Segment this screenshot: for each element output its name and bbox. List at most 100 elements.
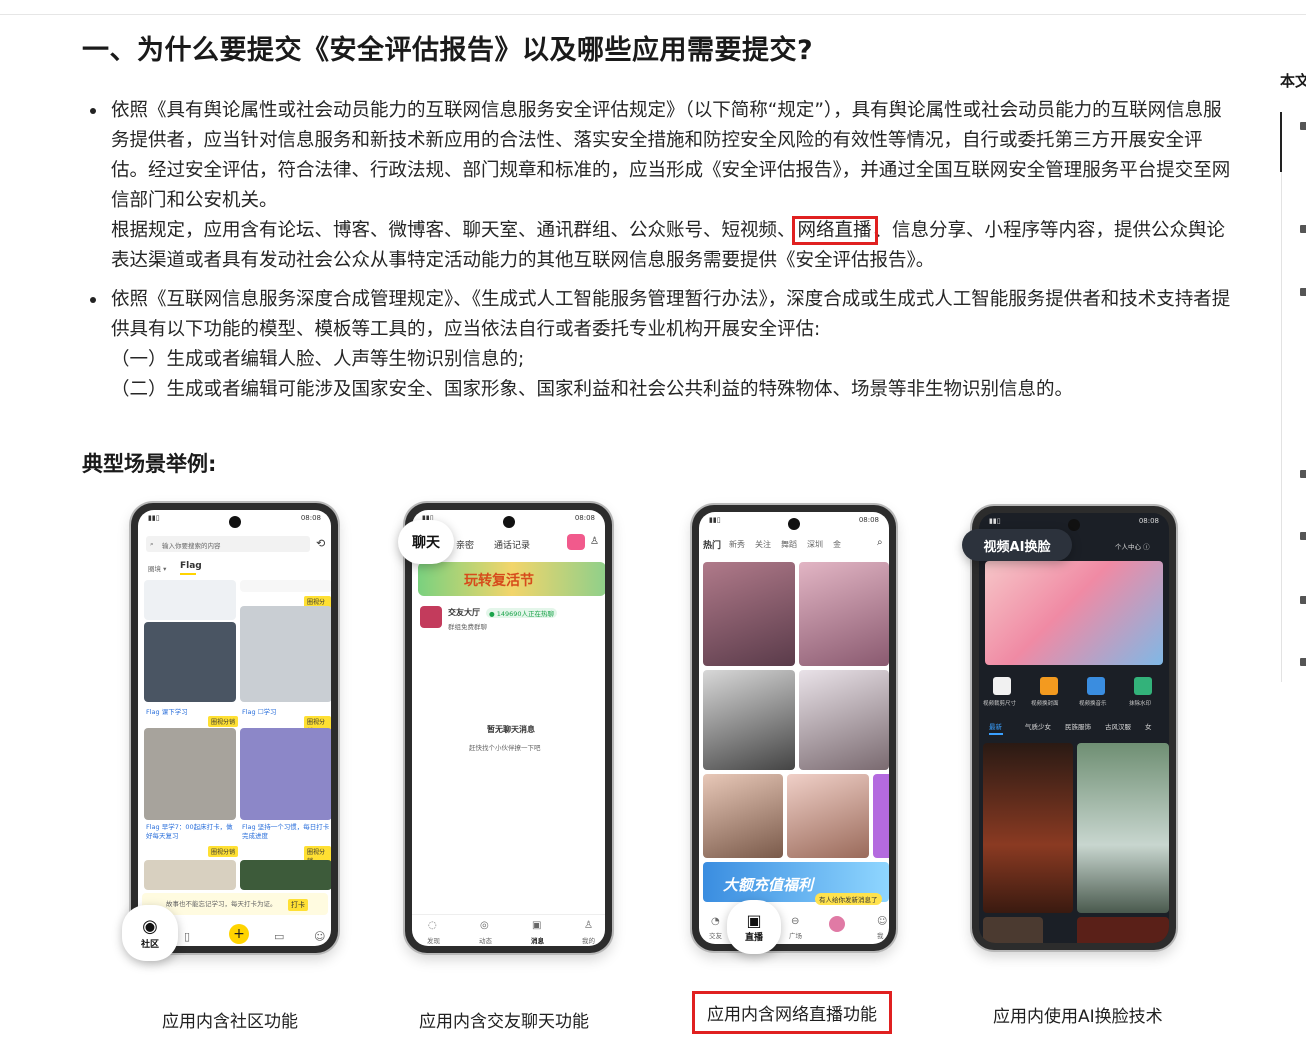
tab-follow[interactable]: 关注 xyxy=(755,539,771,550)
tab-style[interactable]: 气质少女 xyxy=(1025,721,1051,731)
nav-message-icon[interactable]: ▭ xyxy=(274,930,284,943)
caption-live: 应用内含网络直播功能 xyxy=(692,991,892,1034)
watermark-icon[interactable] xyxy=(1134,677,1152,695)
nav-message-label[interactable]: 消息 xyxy=(531,935,544,945)
live-nav-bubble[interactable]: ▣ 直播 xyxy=(727,900,781,954)
nav-doc-icon[interactable]: ▯ xyxy=(184,930,190,943)
add-friend-icon[interactable]: ♙ xyxy=(590,536,599,547)
lobby-title[interactable]: 交友大厅 xyxy=(448,607,480,618)
nav-friends-label[interactable]: 交友 xyxy=(709,930,722,940)
toc-entry[interactable] xyxy=(1300,532,1306,540)
template-tile[interactable] xyxy=(983,917,1043,943)
tab-dance[interactable]: 舞蹈 xyxy=(781,539,797,550)
live-room-tile[interactable] xyxy=(703,562,795,666)
toc-title: 本文 xyxy=(1280,72,1306,90)
nav-profile-icon[interactable]: ☺ xyxy=(314,930,325,943)
tab-city[interactable]: 深圳 xyxy=(807,539,823,550)
tool-label[interactable]: 视频换封面 xyxy=(1031,699,1059,707)
nav-profile-icon[interactable]: ☺ xyxy=(877,916,887,927)
toc-entry[interactable] xyxy=(1300,658,1306,666)
nav-discover-icon[interactable]: ◌ xyxy=(428,920,437,931)
nav-profile-icon[interactable]: ♙ xyxy=(584,920,593,931)
post-image[interactable] xyxy=(144,580,236,620)
search-icon[interactable]: ⌕ xyxy=(877,537,883,548)
toc-entry[interactable] xyxy=(1300,288,1306,296)
live-tv-icon: ▣ xyxy=(746,911,762,930)
toc-entry[interactable] xyxy=(1300,596,1306,604)
music-icon[interactable] xyxy=(1087,677,1105,695)
crop-icon[interactable] xyxy=(993,677,1011,695)
post-title[interactable]: Flag 早学7：00起床打卡，做好每天复习 xyxy=(146,823,236,841)
post-image[interactable] xyxy=(144,728,236,820)
history-icon[interactable]: ⟲ xyxy=(316,537,325,550)
status-bar: ▮▮▯ 08:08 xyxy=(989,517,1159,527)
post-image[interactable] xyxy=(240,860,331,890)
tab-style[interactable]: 民族服饰 xyxy=(1065,721,1091,731)
nav-friends-icon[interactable]: ◔ xyxy=(711,916,720,927)
nav-profile-label[interactable]: 我的 xyxy=(582,935,595,945)
user-center-link[interactable]: 个人中心 ⓘ xyxy=(1115,541,1150,551)
tool-label[interactable]: 视频裁剪尺寸 xyxy=(983,699,1016,707)
lobby-badge: ● 149690人正在热聊 xyxy=(486,608,558,618)
nav-square-icon[interactable]: ⊖ xyxy=(791,916,799,927)
new-message-toast[interactable]: 有人给你发新消息了 xyxy=(815,893,882,905)
tab-style[interactable]: 古风汉服 xyxy=(1105,721,1131,731)
promo-badge[interactable] xyxy=(567,534,585,550)
post-title[interactable]: Flag 坚持一个习惯，每日打卡完成进度 xyxy=(242,823,331,841)
highlighted-term: 网络直播 xyxy=(791,216,878,245)
post-title[interactable]: Flag ☐学习 xyxy=(242,706,277,716)
nav-discover-label[interactable]: 发现 xyxy=(427,935,440,945)
live-room-tile[interactable] xyxy=(787,774,869,858)
lobby-avatar xyxy=(420,606,442,628)
post-image[interactable] xyxy=(144,860,236,890)
community-nav-bubble[interactable]: ◉ 社区 xyxy=(122,905,178,961)
nav-message-icon[interactable]: ▣ xyxy=(532,920,541,931)
post-title[interactable]: Flag 课下学习 xyxy=(146,706,188,716)
live-room-tile[interactable] xyxy=(799,562,889,666)
cover-icon[interactable] xyxy=(1040,677,1058,695)
featured-banner[interactable] xyxy=(985,561,1163,665)
tab-hot[interactable]: 热门 xyxy=(703,538,721,551)
tool-label[interactable]: 抹除水印 xyxy=(1129,699,1151,707)
nav-profile-label[interactable]: 我 xyxy=(877,930,884,940)
template-tile[interactable] xyxy=(1077,917,1169,943)
post-image[interactable] xyxy=(240,728,331,820)
tab-intimate[interactable]: 亲密 xyxy=(456,538,474,551)
nav-feed-label[interactable]: 动态 xyxy=(479,935,492,945)
live-room-tile[interactable] xyxy=(873,774,889,858)
live-room-tile[interactable] xyxy=(703,670,795,770)
status-bar: ▮▮▯ 08:08 xyxy=(709,516,879,526)
tab-call-log[interactable]: 通话记录 xyxy=(494,538,530,551)
ai-faceswap-bubble[interactable]: 视频AI换脸 xyxy=(962,529,1072,561)
tab-more[interactable]: 金 xyxy=(833,539,841,550)
phone-screen: ▮▮▯ 08:08 亲密 通话记录 ♙ 玩转复活节 交友大厅 ● 149690人正… xyxy=(412,510,605,946)
live-room-tile[interactable] xyxy=(799,670,889,770)
live-room-tile[interactable] xyxy=(703,774,783,858)
community-icon: ◉ xyxy=(142,916,158,937)
post-image[interactable] xyxy=(240,606,331,702)
toc-entry[interactable] xyxy=(1300,225,1306,233)
share-chip[interactable]: 圈视分销 xyxy=(208,846,239,857)
chat-tab-bubble[interactable]: 聊天 xyxy=(398,520,454,564)
share-chip[interactable]: 圈视分销 xyxy=(208,716,239,727)
phone-mockup-chat: ▮▮▯ 08:08 亲密 通话记录 ♙ 玩转复活节 交友大厅 ● 149690人正… xyxy=(405,503,612,953)
toc-entry[interactable] xyxy=(1300,122,1306,130)
tab-new[interactable]: 新秀 xyxy=(729,539,745,550)
tool-label[interactable]: 视频换音乐 xyxy=(1079,699,1107,707)
checkin-button[interactable]: 打卡 xyxy=(288,899,308,911)
add-post-button[interactable]: + xyxy=(229,924,249,944)
nav-feed-icon[interactable]: ◎ xyxy=(480,920,489,931)
tab-circle[interactable]: 圈境 ▾ xyxy=(148,563,166,573)
post-image[interactable] xyxy=(144,622,236,702)
empty-title: 暂无聊天消息 xyxy=(487,725,535,734)
tab-style[interactable]: 女 xyxy=(1145,721,1152,731)
tab-latest[interactable]: 最新 xyxy=(989,721,1002,731)
toc-entry[interactable] xyxy=(1300,470,1306,478)
tab-flag[interactable]: Flag xyxy=(180,561,202,571)
avatar[interactable] xyxy=(829,916,845,932)
template-tile[interactable] xyxy=(983,743,1073,913)
nav-square-label[interactable]: 广场 xyxy=(789,930,802,940)
status-time: 08:08 xyxy=(1138,517,1159,525)
lobby-subtitle: 群组免费群聊 xyxy=(448,623,487,631)
template-tile[interactable] xyxy=(1077,743,1169,913)
